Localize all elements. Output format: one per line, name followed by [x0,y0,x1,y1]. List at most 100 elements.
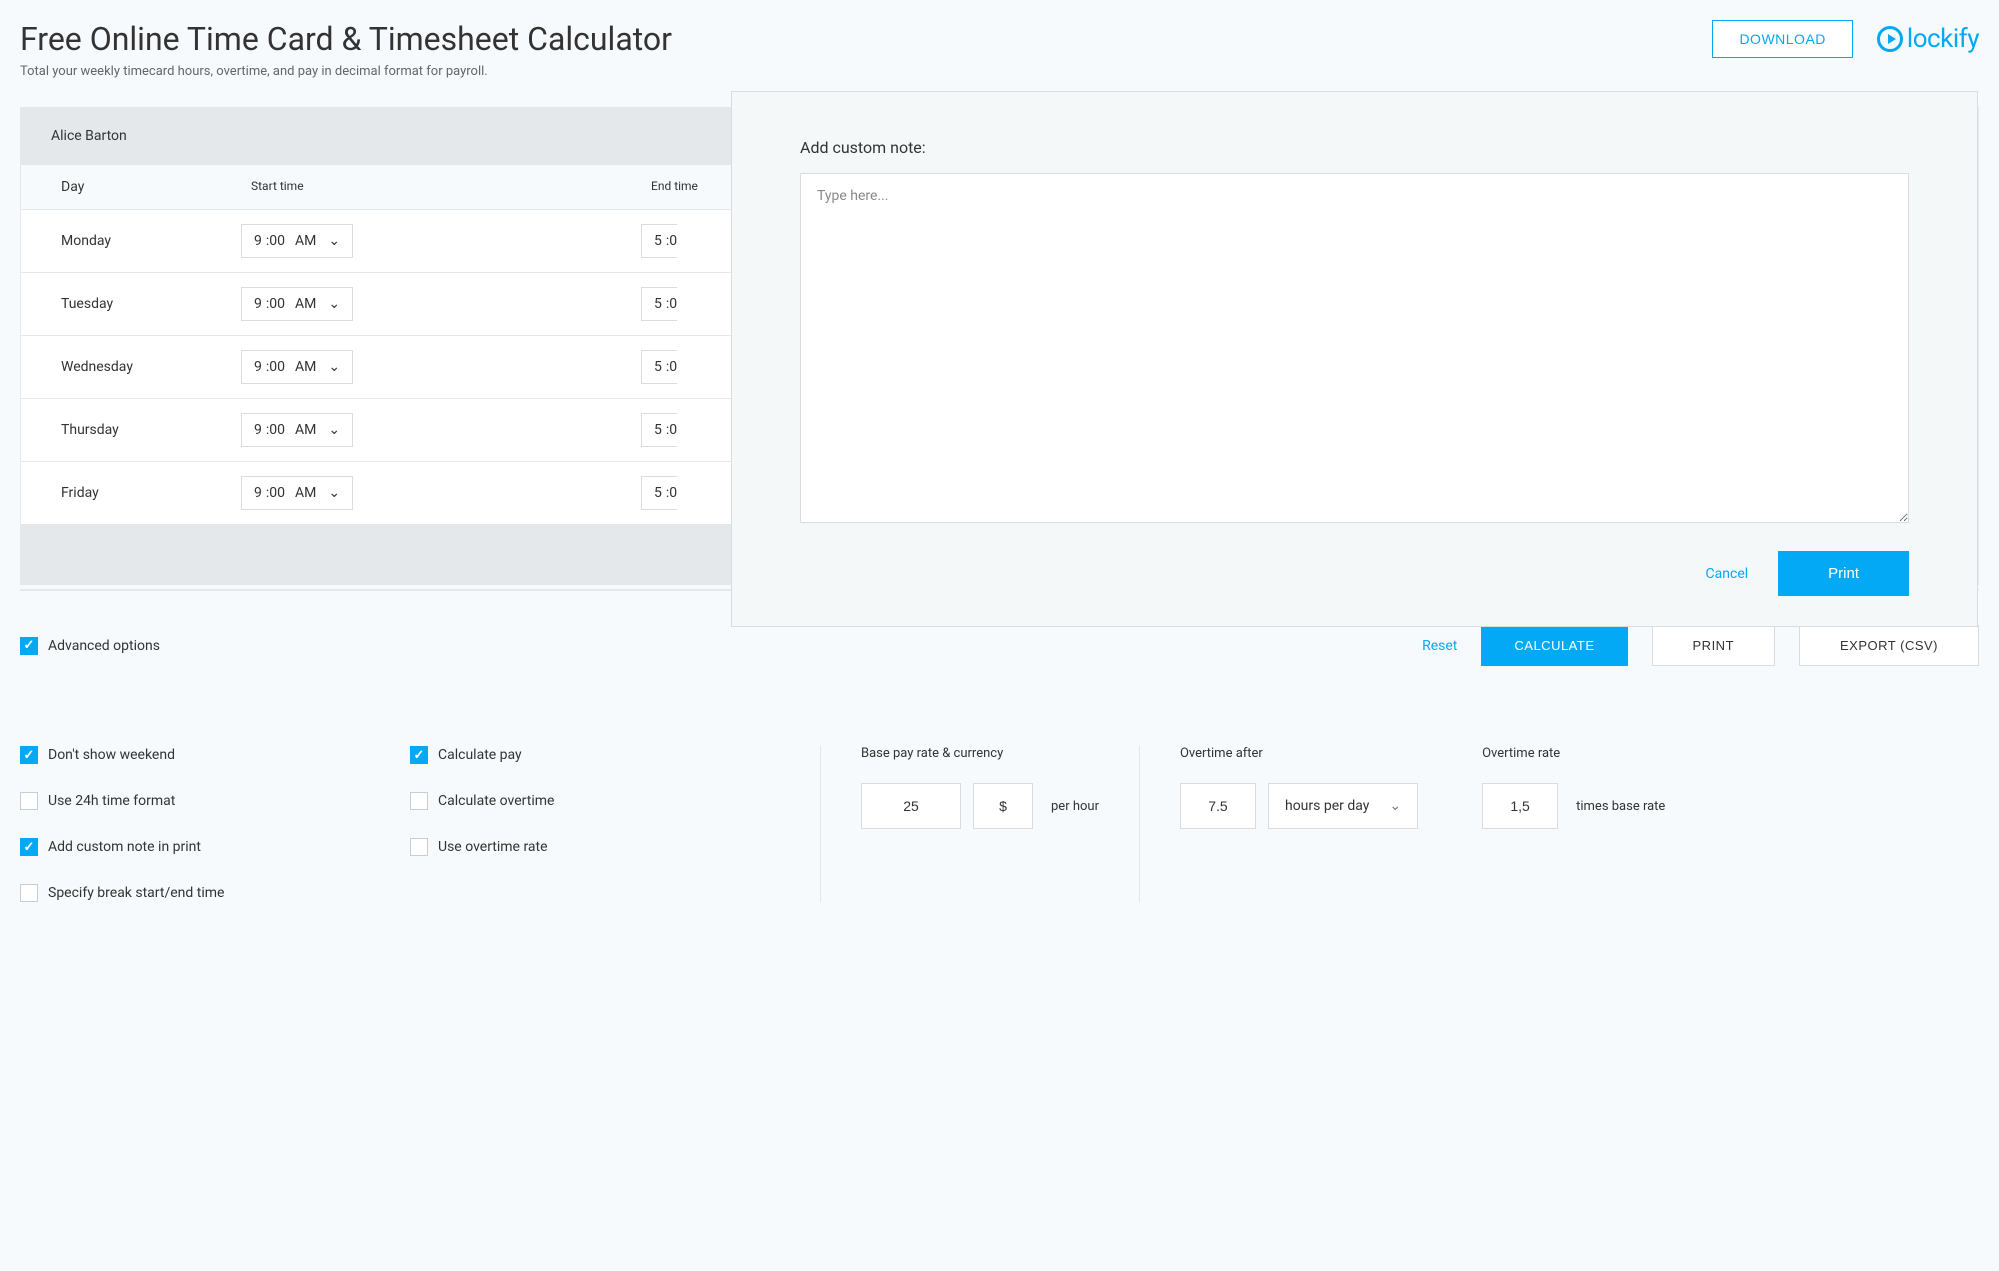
col-header-start: Start time [241,179,641,195]
page-subtitle: Total your weekly timecard hours, overti… [20,64,672,79]
cancel-button[interactable]: Cancel [1706,566,1749,582]
start-ampm[interactable]: AM [295,233,316,249]
checkbox-icon[interactable] [20,884,38,902]
checkbox-icon[interactable] [410,792,428,810]
start-hour[interactable]: 9 [254,359,262,375]
day-cell: Friday [21,485,241,501]
checkbox-icon[interactable] [410,838,428,856]
end-minute[interactable]: :0 [666,233,677,249]
overtime-after-label: Overtime after [1180,746,1418,761]
overtime-rate-section: Overtime rate times base rate [1458,746,1705,902]
start-ampm[interactable]: AM [295,359,316,375]
start-ampm[interactable]: AM [295,422,316,438]
reset-link[interactable]: Reset [1422,638,1457,654]
option-label: Calculate pay [438,747,522,763]
start-minute[interactable]: :00 [266,233,285,249]
day-cell: Tuesday [21,296,241,312]
options-column-2: Calculate pay Calculate overtime Use overt… [410,746,820,902]
end-hour[interactable]: 5 [654,422,662,438]
option-label: Add custom note in print [48,839,201,855]
chevron-down-icon[interactable]: ⌄ [328,296,340,312]
option-label: Use 24h time format [48,793,175,809]
base-pay-section: Base pay rate & currency per hour [820,746,1139,902]
currency-input[interactable] [973,783,1033,829]
calculate-button[interactable]: CALCULATE [1481,625,1627,666]
chevron-down-icon[interactable]: ⌄ [328,422,340,438]
checkbox-icon[interactable] [20,637,38,655]
end-hour[interactable]: 5 [654,233,662,249]
times-base-rate-label: times base rate [1576,799,1665,814]
option-checkbox[interactable]: Specify break start/end time [20,884,410,902]
end-time-picker[interactable]: 5:0 [641,287,677,321]
custom-note-modal: Add custom note: Cancel Print [731,91,1978,627]
chevron-down-icon[interactable]: ⌄ [328,359,340,375]
start-hour[interactable]: 9 [254,422,262,438]
overtime-unit-select[interactable]: hours per day ⌄ [1268,783,1418,829]
end-hour[interactable]: 5 [654,296,662,312]
end-minute[interactable]: :0 [666,422,677,438]
option-checkbox[interactable]: Don't show weekend [20,746,410,764]
option-checkbox[interactable]: Calculate pay [410,746,820,764]
day-cell: Monday [21,233,241,249]
per-hour-label: per hour [1051,799,1099,814]
advanced-options-toggle[interactable]: Advanced options [20,637,160,655]
option-checkbox[interactable]: Calculate overtime [410,792,820,810]
end-hour[interactable]: 5 [654,485,662,501]
overtime-unit-value: hours per day [1285,798,1369,814]
overtime-after-input[interactable] [1180,783,1256,829]
day-cell: Wednesday [21,359,241,375]
end-time-picker[interactable]: 5:0 [641,350,677,384]
end-minute[interactable]: :0 [666,296,677,312]
start-time-picker[interactable]: 9:00 AM ⌄ [241,413,353,447]
option-label: Don't show weekend [48,747,175,763]
start-hour[interactable]: 9 [254,485,262,501]
clock-icon [1877,26,1903,52]
start-minute[interactable]: :00 [266,296,285,312]
overtime-rate-input[interactable] [1482,783,1558,829]
checkbox-icon[interactable] [410,746,428,764]
end-time-picker[interactable]: 5:0 [641,413,677,447]
start-time-picker[interactable]: 9:00 AM ⌄ [241,224,353,258]
day-cell: Thursday [21,422,241,438]
download-button[interactable]: DOWNLOAD [1712,20,1852,58]
chevron-down-icon: ⌄ [1389,798,1401,814]
export-csv-button[interactable]: EXPORT (CSV) [1799,625,1979,666]
note-textarea[interactable] [800,173,1909,523]
start-hour[interactable]: 9 [254,233,262,249]
start-minute[interactable]: :00 [266,422,285,438]
checkbox-icon[interactable] [20,792,38,810]
brand-text: lockify [1907,24,1979,54]
modal-title: Add custom note: [800,138,1909,157]
checkbox-icon[interactable] [20,838,38,856]
start-time-picker[interactable]: 9:00 AM ⌄ [241,350,353,384]
options-column-1: Don't show weekend Use 24h time format Add… [20,746,410,902]
end-minute[interactable]: :0 [666,485,677,501]
option-checkbox[interactable]: Add custom note in print [20,838,410,856]
end-time-picker[interactable]: 5:0 [641,476,677,510]
start-minute[interactable]: :00 [266,359,285,375]
start-minute[interactable]: :00 [266,485,285,501]
advanced-options-label: Advanced options [48,638,160,654]
start-time-picker[interactable]: 9:00 AM ⌄ [241,476,353,510]
print-action-button[interactable]: PRINT [1652,625,1776,666]
checkbox-icon[interactable] [20,746,38,764]
option-checkbox[interactable]: Use 24h time format [20,792,410,810]
option-label: Calculate overtime [438,793,554,809]
end-time-picker[interactable]: 5:0 [641,224,677,258]
start-time-picker[interactable]: 9:00 AM ⌄ [241,287,353,321]
start-ampm[interactable]: AM [295,485,316,501]
brand-logo[interactable]: lockify [1877,24,1979,54]
print-button[interactable]: Print [1778,551,1909,596]
start-ampm[interactable]: AM [295,296,316,312]
option-label: Use overtime rate [438,839,548,855]
chevron-down-icon[interactable]: ⌄ [328,485,340,501]
end-minute[interactable]: :0 [666,359,677,375]
start-hour[interactable]: 9 [254,296,262,312]
base-pay-rate-input[interactable] [861,783,961,829]
end-hour[interactable]: 5 [654,359,662,375]
page-title: Free Online Time Card & Timesheet Calcul… [20,20,672,58]
col-header-day: Day [21,179,241,195]
option-checkbox[interactable]: Use overtime rate [410,838,820,856]
timesheet-table: Alice Barton Day Start time End time Mon… [20,107,1979,585]
chevron-down-icon[interactable]: ⌄ [328,233,340,249]
